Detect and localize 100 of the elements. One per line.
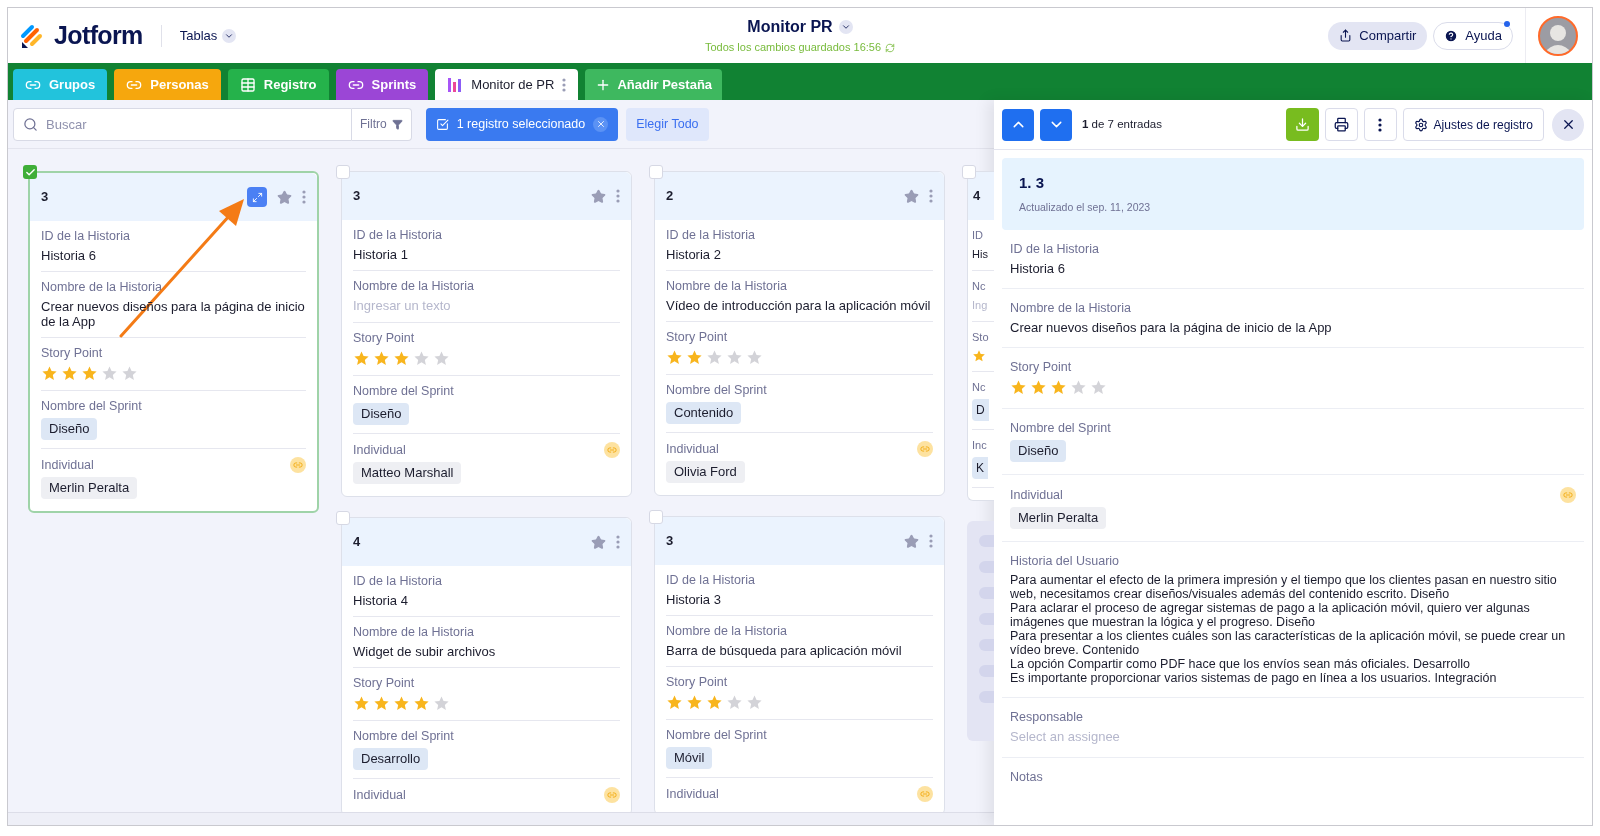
save-status: Todos los cambios guardados 16:56 bbox=[704, 40, 882, 56]
field-label: Individual bbox=[666, 786, 719, 802]
link-icon[interactable] bbox=[604, 787, 620, 803]
printer-icon bbox=[1333, 117, 1349, 132]
field-value: His bbox=[972, 247, 988, 262]
card-checkbox[interactable] bbox=[336, 511, 350, 525]
star-icon bbox=[413, 695, 430, 712]
card-checkbox[interactable] bbox=[649, 510, 663, 524]
star-rating[interactable] bbox=[353, 695, 450, 712]
story-card[interactable]: 2 ID de la Historia Historia 2 Nombre de la Historia Vídeo de introducción para la aplicación móvil Story Point Nombre del Sprint Contenido Individual Olivia Ford bbox=[654, 171, 945, 496]
star-icon bbox=[746, 694, 763, 711]
star-rating[interactable] bbox=[666, 349, 763, 366]
star-icon[interactable] bbox=[904, 188, 919, 204]
field-label: Nombre del Sprint bbox=[353, 729, 454, 744]
field-label: ID de la Historia bbox=[666, 228, 755, 243]
star-rating[interactable] bbox=[41, 365, 138, 382]
star-icon bbox=[353, 695, 370, 712]
field-label: Individual bbox=[41, 457, 94, 473]
previous-button[interactable] bbox=[1002, 108, 1034, 141]
story-card[interactable]: 3 ID de la Historia Historia 3 Nombre de la Historia Barra de búsqueda para aplicación móvil Story Point Nombre del Sprint Móvil Individual bbox=[654, 516, 945, 812]
field-label: Story Point bbox=[353, 331, 415, 346]
more-icon[interactable] bbox=[1378, 117, 1383, 132]
star-icon[interactable] bbox=[591, 188, 606, 204]
star-icon bbox=[1030, 379, 1047, 396]
story-card[interactable]: 4 ID de la Historia Historia 4 Nombre de la Historia Widget de subir archivos Story Point Nombre del Sprint Desarrollo Individual bbox=[341, 517, 632, 812]
star-icon bbox=[686, 349, 703, 366]
clear-icon[interactable] bbox=[593, 116, 609, 132]
share-button[interactable]: Compartir bbox=[1328, 21, 1428, 50]
field-label: Inc bbox=[972, 438, 987, 453]
star-icon bbox=[373, 695, 390, 712]
link-icon[interactable] bbox=[917, 786, 933, 802]
sprint-tag: Diseño bbox=[1010, 440, 1067, 462]
field-value: Historia 3 bbox=[666, 592, 722, 607]
sprint-tag: Desarrollo bbox=[353, 748, 429, 770]
field-label: Individual bbox=[353, 787, 406, 803]
story-card[interactable]: 3 ID de la Historia Historia 1 Nombre de la Historia Ingresar un texto Story Point Nombre del Sprint Diseño Individual Matteo Marshall bbox=[341, 171, 632, 497]
field-value: Vídeo de introducción para la aplicación móvil bbox=[666, 298, 932, 313]
avatar[interactable] bbox=[1538, 15, 1578, 56]
star-icon bbox=[373, 350, 390, 367]
link-icon[interactable] bbox=[290, 457, 306, 473]
card-number: 4 bbox=[353, 533, 362, 552]
field-label: Nombre de la Historia bbox=[353, 279, 474, 294]
story-card[interactable]: 4 ID His Nc Ing Sto Nc D Inc K bbox=[967, 171, 994, 501]
card-checkbox[interactable] bbox=[23, 165, 37, 179]
star-icon[interactable] bbox=[591, 534, 606, 550]
link-icon[interactable] bbox=[1560, 487, 1576, 503]
field-label: Nombre del Sprint bbox=[41, 399, 142, 414]
field-label: Sto bbox=[972, 330, 989, 345]
link-icon[interactable] bbox=[604, 442, 620, 458]
field-label: ID de la Historia bbox=[353, 228, 442, 243]
field-value: Widget de subir archivos bbox=[353, 644, 497, 659]
field-label: Story Point bbox=[41, 346, 103, 361]
form-title[interactable]: Monitor PR bbox=[747, 15, 853, 40]
tab[interactable]: Monitor de PR bbox=[435, 69, 579, 100]
table-icon bbox=[239, 76, 256, 93]
selection-button[interactable]: 1 registro seleccionado bbox=[425, 107, 619, 141]
star-icon[interactable] bbox=[904, 533, 919, 549]
select-all-button[interactable]: Elegir Todo bbox=[626, 107, 709, 141]
star-icon bbox=[726, 349, 743, 366]
expand-icon bbox=[251, 191, 263, 203]
star-icon bbox=[393, 695, 410, 712]
star-rating[interactable] bbox=[353, 350, 450, 367]
star-icon bbox=[101, 365, 118, 382]
expand-button[interactable] bbox=[247, 187, 267, 207]
field-label: Nombre de la Historia bbox=[1010, 301, 1131, 316]
card-checkbox[interactable] bbox=[649, 165, 663, 179]
star-icon bbox=[393, 350, 410, 367]
link-icon[interactable] bbox=[917, 441, 933, 457]
tab[interactable]: Sprints bbox=[335, 69, 429, 100]
field-value: Crear nuevos diseños para la página de inicio de la App bbox=[1010, 320, 1333, 335]
star-icon bbox=[706, 349, 723, 366]
star-rating[interactable] bbox=[1010, 379, 1107, 396]
star-icon bbox=[61, 365, 78, 382]
field-value: Historia 6 bbox=[41, 248, 97, 263]
record-title: 1. 3 bbox=[1019, 172, 1046, 193]
person-tag: Merlin Peralta bbox=[41, 477, 138, 499]
card-checkbox[interactable] bbox=[962, 165, 976, 179]
record-position: 1 de 7 entradas bbox=[1082, 116, 1163, 132]
star-rating[interactable] bbox=[666, 694, 763, 711]
report-icon bbox=[447, 76, 464, 93]
star-icon bbox=[413, 350, 430, 367]
next-button[interactable] bbox=[1040, 108, 1072, 141]
sprint-tag: Contenido bbox=[666, 402, 742, 424]
search-field[interactable]: Buscar bbox=[13, 107, 352, 141]
star-icon[interactable] bbox=[277, 189, 292, 205]
filter-button[interactable]: Filtro bbox=[352, 107, 412, 141]
field-label: ID de la Historia bbox=[353, 574, 442, 589]
field-label: Nombre de la Historia bbox=[41, 280, 162, 295]
print-button[interactable] bbox=[1324, 108, 1358, 141]
person-tag: Matteo Marshall bbox=[353, 462, 462, 484]
field-label: Story Point bbox=[666, 330, 728, 345]
star-icon bbox=[1090, 379, 1107, 396]
field-value: Historia 1 bbox=[353, 247, 409, 262]
card-checkbox[interactable] bbox=[336, 165, 350, 179]
sprint-tag: D bbox=[972, 399, 989, 421]
tables-menu[interactable]: Tablas bbox=[179, 25, 237, 46]
download-button[interactable] bbox=[1285, 108, 1319, 141]
settings-button[interactable]: Ajustes de registro bbox=[1402, 108, 1544, 141]
refresh-icon bbox=[885, 42, 896, 53]
close-button[interactable] bbox=[1552, 108, 1584, 141]
